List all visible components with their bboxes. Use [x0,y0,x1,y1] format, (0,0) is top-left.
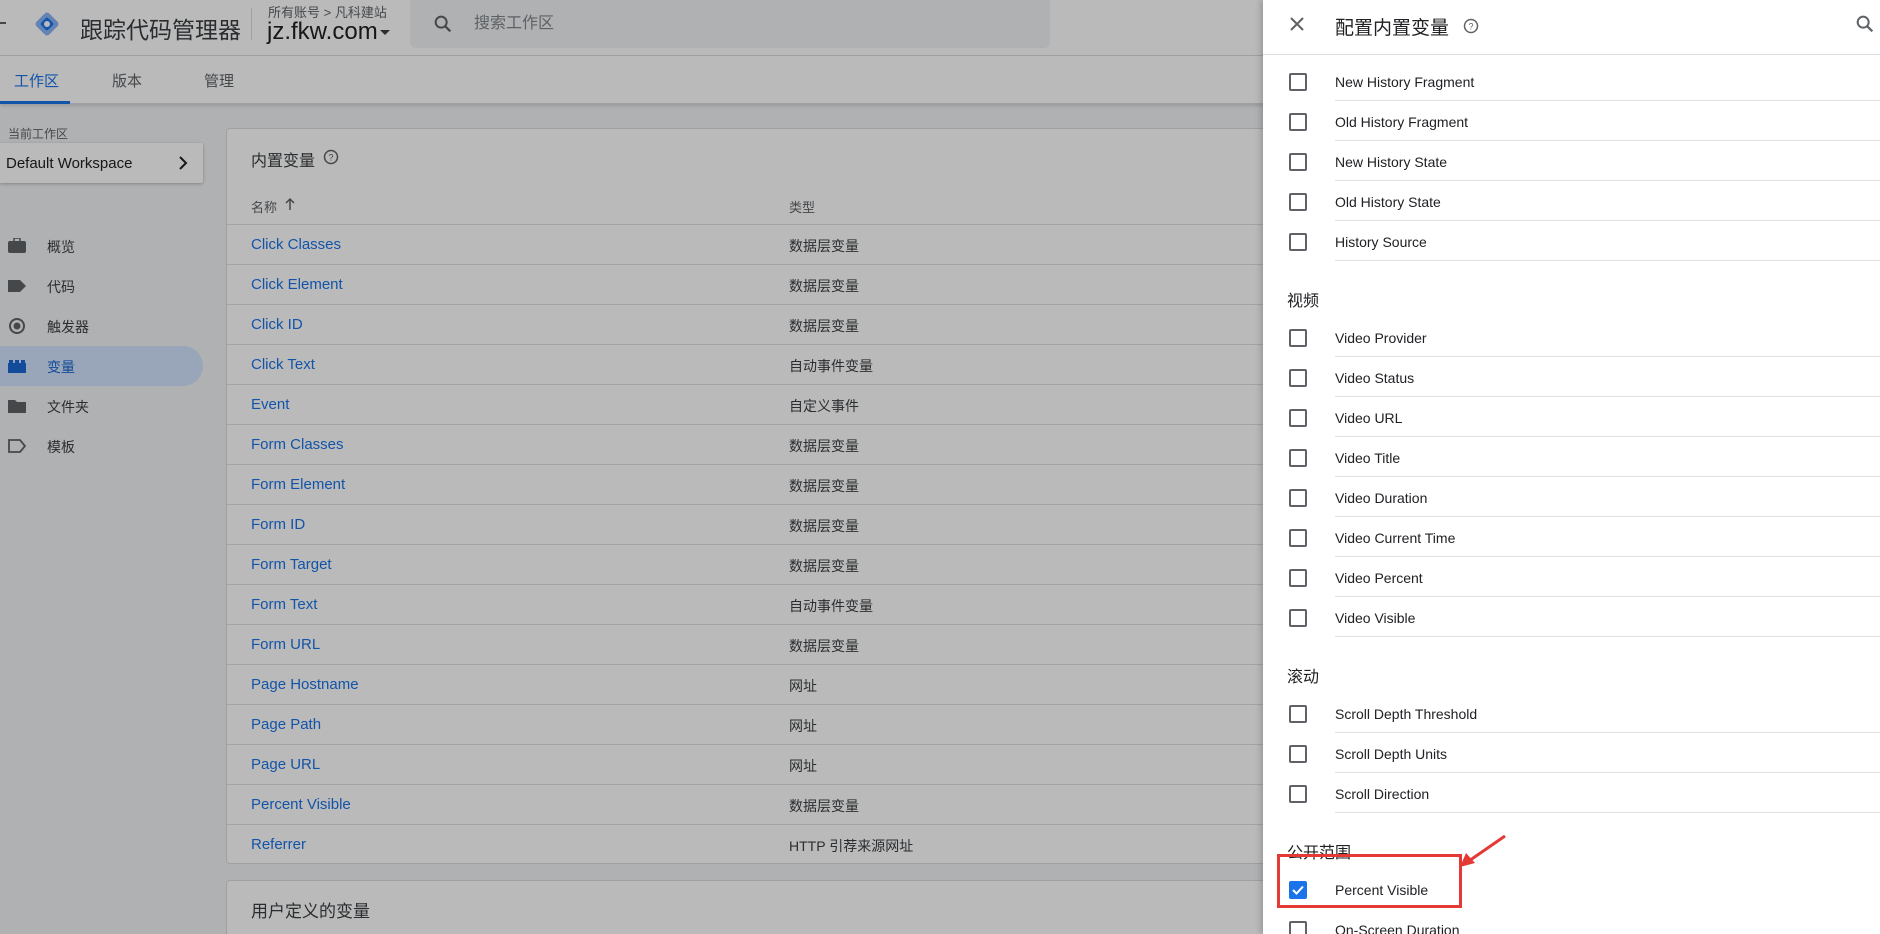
variable-option-video-title[interactable]: Video Title [1263,437,1880,477]
variable-option-history-source[interactable]: History Source [1263,221,1880,261]
option-label: Scroll Depth Threshold [1335,706,1478,722]
option-label: New History State [1335,154,1448,170]
close-icon[interactable] [1288,15,1306,33]
option-label: Old History State [1335,194,1441,210]
panel-title: 配置内置变量 [1335,18,1450,39]
checkbox[interactable] [1289,329,1307,347]
checkbox[interactable] [1289,705,1307,723]
search-icon[interactable] [1854,13,1876,35]
svg-text:?: ? [1468,22,1473,32]
variable-option-video-visible[interactable]: Video Visible [1263,597,1880,637]
option-label: Old History Fragment [1335,114,1469,130]
variable-option-old-history-state[interactable]: Old History State [1263,181,1880,221]
variable-option-new-history-state[interactable]: New History State [1263,141,1880,181]
option-label: Video Percent [1335,570,1423,586]
divider [1335,260,1880,261]
checkbox[interactable] [1289,73,1307,91]
checkbox[interactable] [1289,921,1307,934]
divider [1335,812,1880,813]
checkbox[interactable] [1289,489,1307,507]
checkbox[interactable] [1289,153,1307,171]
option-label: Video Provider [1335,330,1427,346]
checkbox[interactable] [1289,233,1307,251]
checkbox[interactable] [1289,609,1307,627]
variable-option-video-percent[interactable]: Video Percent [1263,557,1880,597]
variable-option-video-current-time[interactable]: Video Current Time [1263,517,1880,557]
option-label: Video Current Time [1335,530,1456,546]
option-label: Scroll Direction [1335,786,1430,802]
variable-option-on-screen-duration[interactable]: On-Screen Duration [1263,909,1880,934]
variable-option-video-duration[interactable]: Video Duration [1263,477,1880,517]
checkbox[interactable] [1289,409,1307,427]
section-title-scroll: 滚动 [1287,669,1320,686]
variable-option-video-status[interactable]: Video Status [1263,357,1880,397]
configure-builtin-variables-panel: 配置内置变量 ? New History Fragment Old Histor… [1263,0,1880,934]
checkbox[interactable] [1289,785,1307,803]
option-label: Video URL [1335,410,1403,426]
variable-option-old-history-fragment[interactable]: Old History Fragment [1263,101,1880,141]
option-label: New History Fragment [1335,74,1475,90]
checkbox[interactable] [1289,569,1307,587]
annotation-highlight-box [1277,854,1462,908]
checkbox[interactable] [1289,449,1307,467]
variable-option-new-history-fragment[interactable]: New History Fragment [1263,61,1880,101]
option-label: On-Screen Duration [1335,922,1460,934]
checkbox[interactable] [1289,529,1307,547]
checkbox[interactable] [1289,193,1307,211]
checkbox[interactable] [1289,113,1307,131]
checkbox[interactable] [1289,745,1307,763]
option-label: Video Visible [1335,610,1416,626]
option-label: Video Status [1335,370,1415,386]
option-label: History Source [1335,234,1427,250]
option-label: Video Title [1335,450,1401,466]
panel-header: 配置内置变量 ? [1263,0,1880,55]
section-title-video: 视频 [1287,293,1320,310]
variable-option-scroll-depth-threshold[interactable]: Scroll Depth Threshold [1263,693,1880,733]
divider [1335,636,1880,637]
variable-option-video-provider[interactable]: Video Provider [1263,317,1880,357]
annotation-arrow-icon [1460,834,1506,867]
help-icon[interactable]: ? [1463,18,1479,34]
variable-option-scroll-direction[interactable]: Scroll Direction [1263,773,1880,813]
variable-option-scroll-depth-units[interactable]: Scroll Depth Units [1263,733,1880,773]
variable-option-video-url[interactable]: Video URL [1263,397,1880,437]
option-label: Video Duration [1335,490,1428,506]
option-label: Scroll Depth Units [1335,746,1448,762]
checkbox[interactable] [1289,369,1307,387]
